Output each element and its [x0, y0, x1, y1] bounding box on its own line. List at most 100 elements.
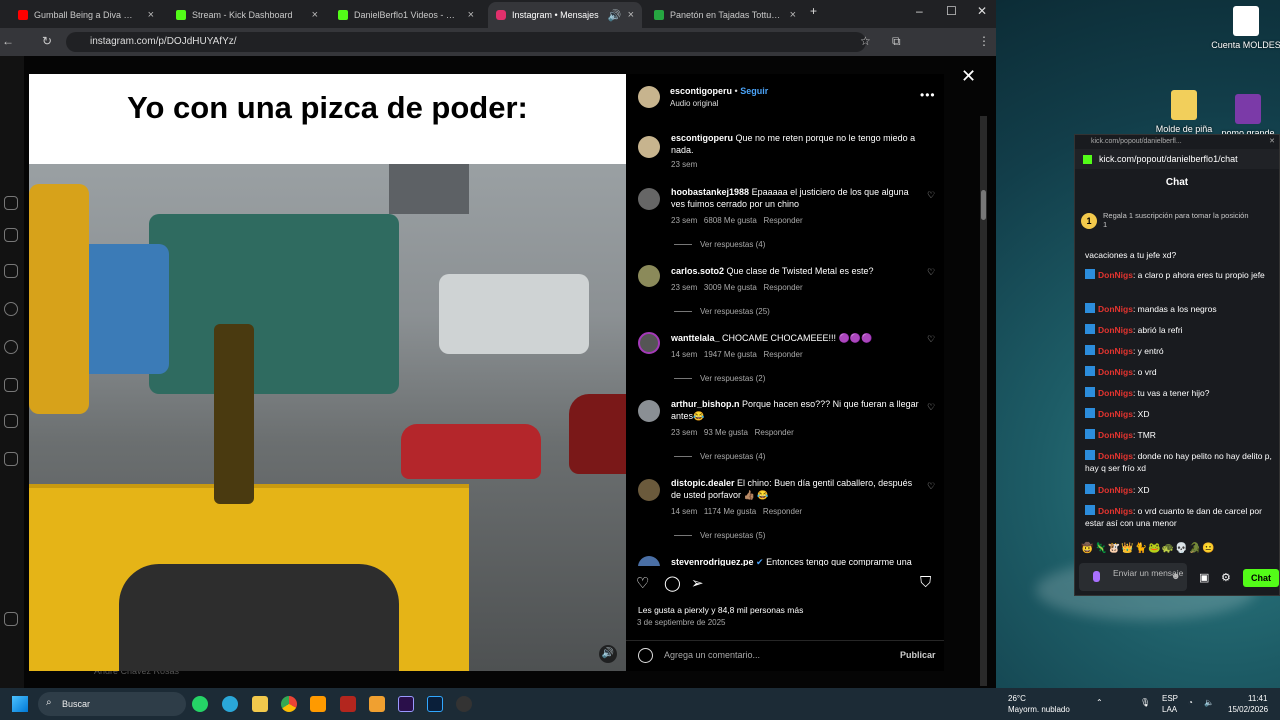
start-icon[interactable]: [12, 696, 28, 712]
avatar[interactable]: [638, 479, 660, 501]
likes-summary[interactable]: Les gusta a pierxly y 84,8 mil personas …: [638, 605, 803, 615]
emoji-icon[interactable]: [638, 648, 653, 663]
reels-icon[interactable]: [4, 228, 18, 242]
more-options-icon[interactable]: •••: [920, 88, 936, 102]
chat-message: DonNigs: TMR: [1085, 429, 1275, 441]
photoshop-icon[interactable]: [427, 696, 443, 712]
dashboard-icon[interactable]: [4, 452, 18, 466]
save-icon[interactable]: ⛉: [920, 574, 931, 591]
close-tab-icon[interactable]: ×: [628, 9, 634, 21]
view-replies-link[interactable]: Ver respuestas (4): [674, 452, 765, 461]
author-avatar[interactable]: [638, 86, 660, 108]
like-comment-icon[interactable]: ♡: [927, 334, 935, 345]
notifications-icon[interactable]: [4, 378, 18, 392]
tab-youtube[interactable]: Gumball Being a Diva 💅 🎀 (Gu ×: [10, 2, 162, 28]
explore-icon[interactable]: [4, 340, 18, 354]
close-tab-icon[interactable]: ×: [148, 9, 154, 21]
reel-video[interactable]: Yo con una pizca de poder: 🔊: [29, 74, 626, 671]
volume-icon[interactable]: 🔊: [599, 645, 617, 663]
gift-icon[interactable]: ▣: [1199, 571, 1209, 584]
close-tab-icon[interactable]: ×: [468, 9, 474, 21]
publish-button[interactable]: Publicar: [900, 650, 936, 660]
close-window-icon[interactable]: ✕: [977, 4, 987, 18]
bookmark-star-icon[interactable]: ☆: [860, 34, 871, 48]
close-tab-icon[interactable]: ×: [790, 9, 796, 21]
share-icon[interactable]: ➢: [691, 574, 704, 592]
messages-icon[interactable]: [4, 264, 18, 278]
like-comment-icon[interactable]: ♡: [927, 190, 935, 201]
search-icon[interactable]: [4, 302, 18, 316]
edge-icon[interactable]: [222, 696, 238, 712]
microphone-icon[interactable]: [1093, 571, 1100, 582]
premiere-icon[interactable]: [398, 696, 414, 712]
weather-desc[interactable]: Mayorm. nublado: [1008, 705, 1070, 714]
weather-temp[interactable]: 26°C: [1008, 694, 1026, 703]
like-comment-icon[interactable]: ♡: [927, 481, 935, 492]
send-chat-button[interactable]: Chat: [1243, 569, 1279, 587]
emoji-icon[interactable]: ☻: [1171, 571, 1180, 581]
back-icon[interactable]: ←: [2, 34, 14, 48]
taskbar-search[interactable]: ⌕ Buscar: [38, 692, 186, 716]
desktop-icon-pomo-grande[interactable]: pomo grande: [1210, 94, 1280, 138]
volume-tray-icon[interactable]: 🔈: [1204, 698, 1214, 707]
desktop-icon-cuenta-moldes[interactable]: Cuenta MOLDES: [1208, 6, 1280, 50]
illustrator-icon[interactable]: [310, 696, 326, 712]
lang-indicator-sub[interactable]: LAA: [1162, 705, 1177, 714]
comments-list[interactable]: escontigoperu Que no me reten porque no …: [626, 128, 944, 566]
wifi-icon[interactable]: ◔: [1188, 698, 1193, 707]
tray-chevron-icon[interactable]: ⌃: [1096, 698, 1103, 707]
page-scrollbar[interactable]: [980, 116, 987, 686]
view-replies-link[interactable]: Ver respuestas (25): [674, 307, 770, 316]
gift-sub-promo[interactable]: Regala 1 suscripción para tomar la posic…: [1103, 211, 1253, 229]
avatar[interactable]: [638, 400, 660, 422]
settings-gear-icon[interactable]: ⚙: [1221, 571, 1231, 584]
create-icon[interactable]: [4, 414, 18, 428]
like-icon[interactable]: ♡: [636, 574, 649, 592]
avatar[interactable]: [638, 332, 660, 354]
comment-icon[interactable]: ◯: [664, 574, 681, 592]
avatar[interactable]: [638, 556, 660, 566]
maximize-icon[interactable]: ☐: [946, 4, 957, 18]
comment-input[interactable]: Agrega un comentario...: [664, 650, 760, 660]
reload-icon[interactable]: ↻: [42, 34, 52, 48]
tab-kick-videos[interactable]: DanielBerflo1 Videos - Watch C ×: [330, 2, 482, 28]
clock-date[interactable]: 15/02/2026: [1228, 705, 1268, 714]
avatar[interactable]: [638, 136, 660, 158]
view-replies-link[interactable]: Ver respuestas (4): [674, 240, 765, 249]
avatar[interactable]: [638, 265, 660, 287]
close-popout-icon[interactable]: ✕: [1269, 137, 1275, 145]
like-comment-icon[interactable]: ♡: [927, 402, 935, 413]
chrome-icon[interactable]: [281, 696, 297, 712]
view-replies-link[interactable]: Ver respuestas (2): [674, 374, 765, 383]
avatar[interactable]: [638, 188, 660, 210]
author-username[interactable]: escontigoperu: [670, 86, 732, 96]
microphone-tray-icon[interactable]: 🎙: [1140, 698, 1150, 707]
close-modal-icon[interactable]: ✕: [961, 66, 976, 87]
like-comment-icon[interactable]: ♡: [927, 267, 935, 278]
new-tab-icon[interactable]: +: [810, 4, 817, 18]
tab-instagram[interactable]: Instagram • Mensajes 🔊 ×: [488, 2, 642, 28]
obs-icon[interactable]: [456, 696, 472, 712]
lang-indicator[interactable]: ESP: [1162, 694, 1178, 703]
tab-tottus[interactable]: Panetón en Tajadas Tottus Bolsa ×: [646, 2, 804, 28]
whatsapp-icon[interactable]: [192, 696, 208, 712]
audio-label[interactable]: Audio original: [670, 99, 718, 108]
tab-kick-dashboard[interactable]: Stream - Kick Dashboard ×: [168, 2, 326, 28]
clock-time[interactable]: 11:41: [1248, 694, 1267, 703]
file-explorer-icon[interactable]: [252, 696, 268, 712]
home-icon[interactable]: [4, 196, 18, 210]
chat-messages[interactable]: vacaciones a tu jefe xd? DonNigs: a clar…: [1075, 247, 1280, 537]
minimize-icon[interactable]: –: [916, 4, 923, 18]
menu-dots-icon[interactable]: ⋮: [978, 34, 990, 48]
seasonal-app-icon[interactable]: [340, 696, 356, 712]
emote-bar[interactable]: 🤠🦎🐮👑🐈🐸🐢💀🐊😐: [1081, 543, 1216, 554]
view-replies-link[interactable]: Ver respuestas (5): [674, 531, 765, 540]
url-field[interactable]: instagram.com/p/DOJdHUYAfYz/: [66, 32, 866, 52]
close-tab-icon[interactable]: ×: [312, 9, 318, 21]
more-menu-icon[interactable]: [4, 612, 18, 626]
extensions-icon[interactable]: ⧉: [892, 34, 901, 49]
chat-input[interactable]: Enviar un mensaje ☻: [1079, 563, 1187, 591]
speaker-icon[interactable]: 🔊: [608, 9, 622, 22]
follow-button[interactable]: Seguir: [740, 86, 768, 96]
tool-app-icon[interactable]: [369, 696, 385, 712]
